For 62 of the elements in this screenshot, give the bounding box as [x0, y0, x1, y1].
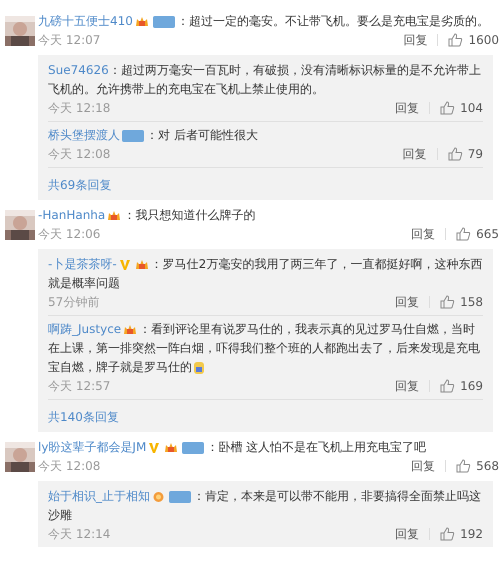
reply-link[interactable]: 回复 [395, 377, 420, 395]
like-count: 192 [460, 526, 483, 543]
thumbs-up-icon[interactable] [448, 147, 463, 161]
comment-time: 今天 12:14 [48, 526, 110, 543]
comment-text: Sue74626：超过两万毫安一百瓦时，有破损，没有清晰标识标量的是不允许带上飞机的。允许携带上的充电宝在飞机上禁止使用的。 [48, 62, 482, 98]
reply-link[interactable]: 回复 [403, 31, 428, 49]
v-icon [118, 258, 131, 271]
like-count: 158 [460, 294, 483, 311]
fan-badge-icon [182, 442, 204, 454]
thumbs-up-icon[interactable] [440, 101, 456, 115]
reply-link[interactable]: 回复 [395, 525, 420, 543]
comment-text: ly盼这辈子都会是JM ：卧槽 这人怕不是在飞机上用充电宝了吧 [38, 439, 428, 456]
comment-text: 始于相识_止于相知 ：肯定，本来是可以带不能用，非要搞得全面禁止吗这沙雕 [48, 488, 482, 524]
thumbs-up-icon[interactable] [456, 227, 472, 241]
reply-link[interactable]: 回复 [395, 99, 420, 117]
thumbs-up-icon[interactable] [440, 379, 456, 393]
more-replies-link[interactable]: 共140条回复 [48, 410, 119, 424]
thumbs-up-icon[interactable] [448, 33, 464, 47]
like-count: 169 [460, 378, 483, 395]
like-count: 104 [460, 100, 483, 117]
crown-icon [164, 442, 178, 454]
fan-badge-icon [169, 490, 191, 503]
comment-text: -卜是茶茶呀- ：罗马仕2万毫安的我用了两三年了，一直都挺好啊，这种东西就是概率问题 [48, 256, 483, 292]
comment-text: 啊踌_Justyce ：看到评论里有说罗马仕的，我表示真的见过罗马仕自燃，当时在上课，第一排突然一阵白烟，吓得我们整个班的人都跑出去了，后来发现是充电宝自燃，牌子就是罗马仕的 [48, 321, 481, 377]
fan-badge-icon [152, 16, 175, 28]
user-name[interactable]: -卜是茶茶呀- [48, 257, 117, 271]
comment-text: 九磅十五便士410 ：超过一定的毫安。不让带飞机。要么是充电宝是劣质的。 [38, 13, 490, 30]
comment-time: 57分钟前 [48, 294, 100, 311]
user-name[interactable]: 啊踌_Justyce [48, 322, 122, 336]
reply-link[interactable]: 回复 [411, 225, 436, 243]
reply-link[interactable]: 回复 [411, 457, 436, 475]
like-count: 568 [476, 458, 499, 475]
reply-link[interactable]: 回复 [395, 293, 420, 311]
crown-icon [134, 258, 149, 271]
reply-link[interactable]: 回复 [402, 145, 427, 163]
user-name[interactable]: ly盼这辈子都会是JM [38, 440, 146, 454]
user-name[interactable]: -HanHanha [38, 208, 106, 222]
user-name[interactable]: 桥头堡摆渡人 [48, 128, 120, 142]
user-name[interactable]: Sue74626 [48, 63, 109, 77]
comment-time: 今天 12:07 [38, 32, 100, 49]
comment-time: 今天 12:08 [38, 458, 100, 475]
fan-badge-icon [122, 130, 144, 142]
thumbs-up-icon[interactable] [440, 295, 456, 309]
comment-text: 桥头堡摆渡人 ：对 后者可能性很大 [48, 127, 259, 144]
user-name[interactable]: 九磅十五便士410 [38, 14, 133, 28]
user-name[interactable]: 始于相识_止于相知 [48, 489, 150, 503]
medal-icon [152, 490, 165, 504]
comment-text: -HanHanha ：我只想知道什么牌子的 [38, 207, 256, 224]
v-icon [148, 442, 160, 454]
comment-time: 今天 12:08 [48, 146, 110, 163]
like-count: 665 [476, 226, 499, 243]
crown-icon [123, 324, 138, 336]
thumbs-up-icon[interactable] [456, 459, 472, 473]
like-count: 1600 [468, 32, 499, 49]
comment-time: 今天 12:57 [48, 378, 110, 395]
crown-icon [107, 210, 122, 222]
crown-icon [134, 16, 149, 28]
comment-time: 今天 12:06 [38, 226, 100, 243]
comment-time: 今天 12:18 [48, 100, 110, 117]
like-count: 79 [468, 146, 483, 163]
thumbs-up-icon[interactable] [440, 527, 456, 541]
more-replies-link[interactable]: 共69条回复 [48, 178, 112, 192]
